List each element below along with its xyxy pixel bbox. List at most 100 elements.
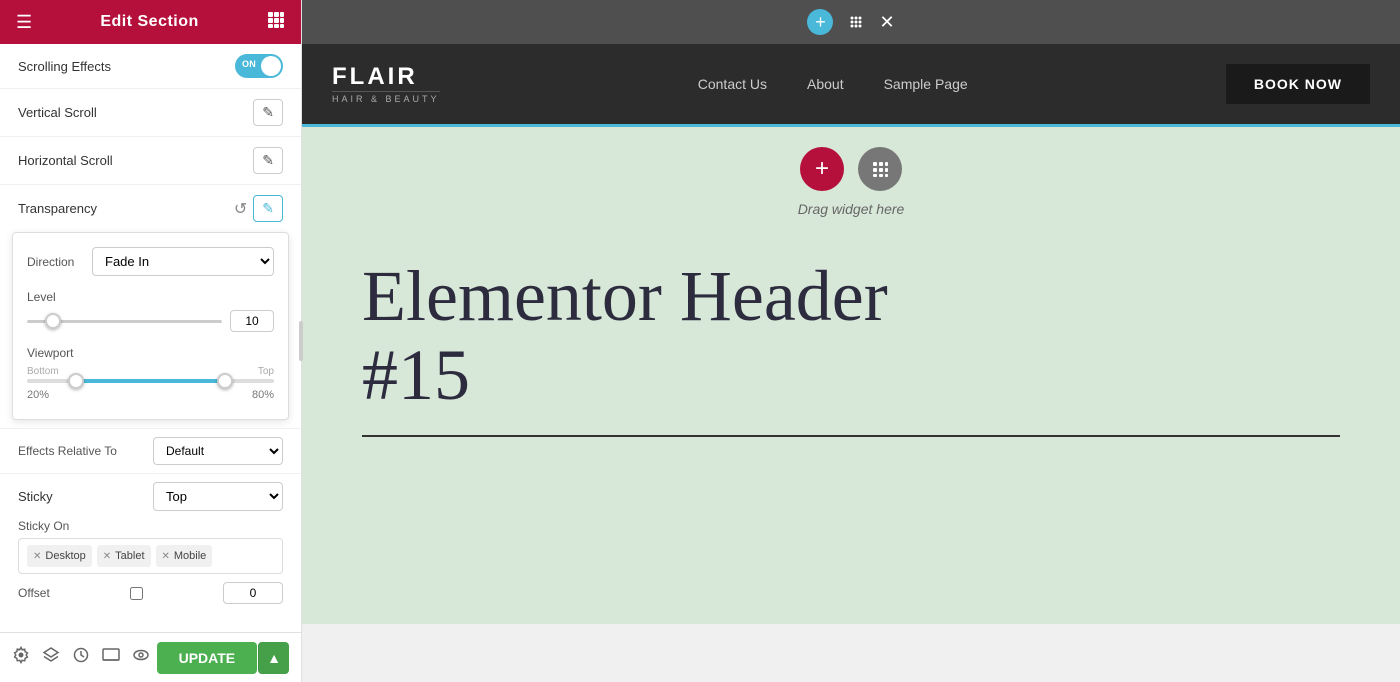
sticky-section: Sticky None Top Bottom Sticky On ✕ Deskt… <box>0 473 301 612</box>
tag-desktop: ✕ Desktop <box>27 545 92 567</box>
main-heading: Elementor Header #15 <box>302 227 1400 425</box>
tag-mobile-label: Mobile <box>174 550 206 562</box>
panel-footer: UPDATE ▲ <box>0 632 301 682</box>
viewport-label: Viewport <box>27 346 274 360</box>
viewport-track <box>27 379 274 383</box>
toggle-on-text: ON <box>242 59 256 69</box>
level-label: Level <box>27 290 274 304</box>
level-slider-container: 10 <box>27 310 274 332</box>
hamburger-icon[interactable]: ☰ <box>16 12 32 33</box>
level-value-input[interactable]: 10 <box>230 310 274 332</box>
main-heading-line1: Elementor Header <box>362 256 888 336</box>
left-panel: ☰ Edit Section Scrolling Effects <box>0 0 302 682</box>
vertical-scroll-row: Vertical Scroll ✎ <box>0 89 301 137</box>
viewport-thumb-right[interactable] <box>217 373 233 389</box>
settings-icon-btn[interactable] <box>12 646 30 669</box>
drag-widget-text: Drag widget here <box>302 201 1400 227</box>
site-nav: FLAIR HAIR & BEAUTY Contact Us About Sam… <box>302 44 1400 124</box>
heading-divider <box>362 435 1340 437</box>
tag-desktop-label: Desktop <box>45 550 85 562</box>
viewport-right-val: 80% <box>252 389 274 401</box>
tag-mobile-close[interactable]: ✕ <box>162 551 170 562</box>
book-now-btn[interactable]: BOOK NOW <box>1226 64 1370 104</box>
footer-icons <box>12 646 150 669</box>
right-panel: + ✕ FLAIR HAIR & BEAUTY Contact Us About… <box>302 0 1400 682</box>
offset-label: Offset <box>18 586 50 600</box>
update-group: UPDATE ▲ <box>157 642 289 674</box>
sticky-select[interactable]: None Top Bottom <box>153 482 283 511</box>
panel-header: ☰ Edit Section <box>0 0 301 44</box>
scrolling-effects-toggle[interactable]: ON <box>235 54 283 78</box>
panel-body: Scrolling Effects ON Vertical Scroll ✎ H… <box>0 44 301 632</box>
add-widget-btn[interactable]: + <box>800 147 844 191</box>
layers-icon-btn[interactable] <box>42 646 60 669</box>
horizontal-scroll-label: Horizontal Scroll <box>18 153 113 168</box>
viewport-top-label: Top <box>258 366 274 377</box>
level-row: Level 10 <box>27 290 274 332</box>
sticky-on-label: Sticky On <box>18 519 283 533</box>
site-logo: FLAIR HAIR & BEAUTY <box>332 65 440 104</box>
topbar-controls: + ✕ <box>807 7 894 37</box>
viewport-left-val: 20% <box>27 389 49 401</box>
tag-mobile: ✕ Mobile <box>156 545 213 567</box>
topbar-move-btn[interactable] <box>841 7 871 37</box>
scrolling-effects-label: Scrolling Effects <box>18 59 111 74</box>
update-arrow-button[interactable]: ▲ <box>258 642 289 674</box>
logo-subtitle: HAIR & BEAUTY <box>332 91 440 104</box>
transparency-row: Transparency ↺ ✎ <box>0 185 301 232</box>
viewport-values: 20% 80% <box>27 389 274 401</box>
tag-desktop-close[interactable]: ✕ <box>33 551 41 562</box>
vertical-scroll-label: Vertical Scroll <box>18 105 97 120</box>
tag-tablet-label: Tablet <box>115 550 144 562</box>
horizontal-scroll-edit-btn[interactable]: ✎ <box>253 147 283 174</box>
history-icon-btn[interactable] <box>72 646 90 669</box>
offset-row: Offset 0 <box>18 582 283 604</box>
topbar-add-btn[interactable]: + <box>807 9 833 35</box>
transparency-reset-btn[interactable]: ↺ <box>234 199 247 219</box>
viewport-thumb-left[interactable] <box>68 373 84 389</box>
effects-relative-select[interactable]: Default Viewport Page <box>153 437 283 465</box>
level-slider[interactable] <box>27 320 222 323</box>
vertical-scroll-edit-btn[interactable]: ✎ <box>253 99 283 126</box>
resize-bar <box>299 321 303 361</box>
move-widget-btn[interactable] <box>858 147 902 191</box>
transparency-edit-btn[interactable]: ✎ <box>253 195 283 222</box>
sticky-on-row: Sticky On ✕ Desktop ✕ Tablet ✕ Mobile <box>18 519 283 574</box>
direction-select[interactable]: Fade In Fade Out <box>92 247 274 276</box>
effects-relative-label: Effects Relative To <box>18 444 117 458</box>
tag-tablet-close[interactable]: ✕ <box>103 551 111 562</box>
viewport-row: Viewport Bottom Top 20% 80% <box>27 346 274 401</box>
sticky-row: Sticky None Top Bottom <box>18 482 283 511</box>
site-content: + Drag widget here Elementor Header # <box>302 124 1400 624</box>
scrolling-effects-row: Scrolling Effects ON <box>0 44 301 89</box>
widget-area: + <box>302 127 1400 201</box>
direction-label: Direction <box>27 255 82 269</box>
nav-about[interactable]: About <box>807 76 844 92</box>
tag-tablet: ✕ Tablet <box>97 545 151 567</box>
transparency-icons: ↺ ✎ <box>234 195 283 222</box>
direction-popup: Direction Fade In Fade Out Level 10 View… <box>12 232 289 420</box>
viewport-bottom-label: Bottom <box>27 366 59 377</box>
eye-icon-btn[interactable] <box>132 646 150 669</box>
nav-contact-us[interactable]: Contact Us <box>698 76 767 92</box>
sticky-on-tags: ✕ Desktop ✕ Tablet ✕ Mobile <box>18 538 283 574</box>
site-topbar: + ✕ <box>302 0 1400 44</box>
responsive-icon-btn[interactable] <box>102 646 120 669</box>
main-heading-line2: #15 <box>362 335 470 415</box>
effects-relative-row: Effects Relative To Default Viewport Pag… <box>0 428 301 473</box>
nav-sample-page[interactable]: Sample Page <box>884 76 968 92</box>
viewport-fill <box>76 379 224 383</box>
site-nav-links: Contact Us About Sample Page <box>698 76 968 92</box>
topbar-close-btn[interactable]: ✕ <box>879 12 894 33</box>
offset-checkbox[interactable] <box>130 587 143 600</box>
grid-icon[interactable] <box>267 11 285 34</box>
update-button[interactable]: UPDATE <box>157 642 258 674</box>
transparency-label: Transparency <box>18 201 97 216</box>
direction-row: Direction Fade In Fade Out <box>27 247 274 276</box>
viewport-labels: Bottom Top <box>27 366 274 377</box>
offset-value-input[interactable]: 0 <box>223 582 283 604</box>
horizontal-scroll-row: Horizontal Scroll ✎ <box>0 137 301 185</box>
resize-handle[interactable] <box>296 0 306 682</box>
logo-title: FLAIR <box>332 65 418 89</box>
sticky-label: Sticky <box>18 489 53 504</box>
